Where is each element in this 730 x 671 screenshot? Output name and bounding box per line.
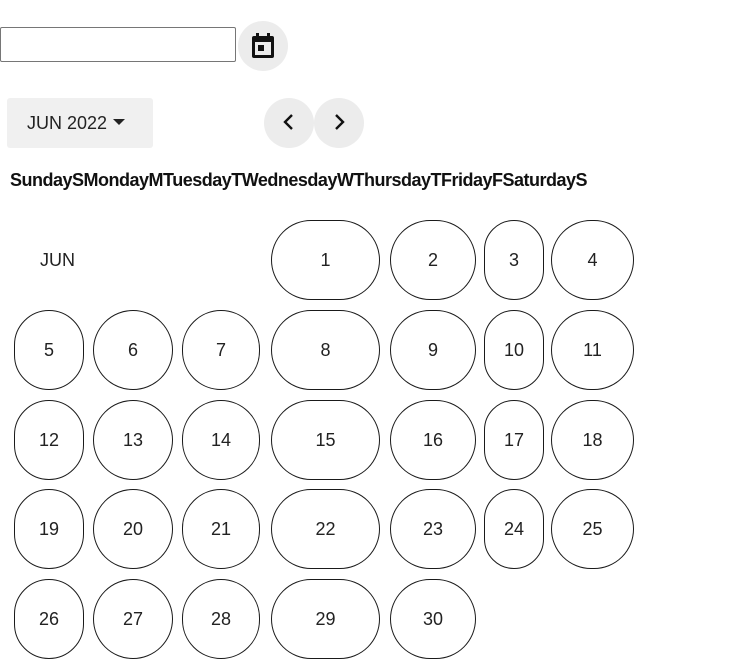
weekday-saturday: SaturdayS bbox=[502, 170, 588, 190]
day-cell[interactable]: 17 bbox=[484, 400, 544, 480]
calendar-icon bbox=[251, 33, 275, 59]
weekday-friday: FridayF bbox=[440, 170, 503, 190]
weekday-header: SundayS MondayM TuesdayT WednesdayW Thur… bbox=[10, 170, 588, 191]
weekday-tuesday: TuesdayT bbox=[163, 170, 242, 190]
day-cell[interactable]: 4 bbox=[551, 220, 634, 300]
day-cell[interactable]: 30 bbox=[390, 579, 476, 659]
day-cell[interactable]: 19 bbox=[14, 489, 84, 569]
day-cell[interactable]: 16 bbox=[390, 400, 476, 480]
day-cell[interactable]: 11 bbox=[551, 310, 634, 390]
next-month-button[interactable] bbox=[314, 98, 364, 148]
date-picker: JUN 2022 SundayS MondayM TuesdayT Wednes… bbox=[0, 0, 730, 671]
day-cell[interactable]: 3 bbox=[484, 220, 544, 300]
day-cell[interactable]: 6 bbox=[93, 310, 173, 390]
grid-month-label: JUN bbox=[40, 250, 75, 270]
day-cell[interactable]: 9 bbox=[390, 310, 476, 390]
day-cell[interactable]: 22 bbox=[271, 489, 380, 569]
day-cell[interactable]: 7 bbox=[182, 310, 260, 390]
day-cell[interactable]: 13 bbox=[93, 400, 173, 480]
day-cell[interactable]: 1 bbox=[271, 220, 380, 300]
day-cell[interactable]: 5 bbox=[14, 310, 84, 390]
previous-month-button[interactable] bbox=[264, 98, 314, 148]
day-cell[interactable]: 20 bbox=[93, 489, 173, 569]
day-cell[interactable]: 28 bbox=[182, 579, 260, 659]
date-input[interactable] bbox=[0, 27, 236, 62]
calendar-toggle-button[interactable] bbox=[238, 21, 288, 71]
day-cell[interactable]: 8 bbox=[271, 310, 380, 390]
weekday-thursday: ThursdayT bbox=[353, 170, 441, 190]
chevron-right-icon bbox=[332, 112, 346, 135]
day-cell[interactable]: 27 bbox=[93, 579, 173, 659]
day-cell[interactable]: 24 bbox=[484, 489, 544, 569]
day-cell[interactable]: 23 bbox=[390, 489, 476, 569]
day-cell[interactable]: 2 bbox=[390, 220, 476, 300]
day-cell[interactable]: 21 bbox=[182, 489, 260, 569]
day-cell[interactable]: 12 bbox=[14, 400, 84, 480]
chevron-left-icon bbox=[282, 112, 296, 135]
day-cell[interactable]: 14 bbox=[182, 400, 260, 480]
day-cell[interactable]: 15 bbox=[271, 400, 380, 480]
month-year-select[interactable]: JUN 2022 bbox=[7, 98, 153, 148]
caret-down-icon bbox=[113, 119, 126, 125]
day-cell[interactable]: 29 bbox=[271, 579, 380, 659]
day-cell[interactable]: 25 bbox=[551, 489, 634, 569]
day-cell[interactable]: 10 bbox=[484, 310, 544, 390]
month-year-label: JUN 2022 bbox=[27, 112, 108, 133]
weekday-sunday: SundayS bbox=[10, 170, 84, 190]
weekday-wednesday: WednesdayW bbox=[241, 170, 354, 190]
day-cell[interactable]: 26 bbox=[14, 579, 84, 659]
day-cell[interactable]: 18 bbox=[551, 400, 634, 480]
weekday-monday: MondayM bbox=[83, 170, 164, 190]
